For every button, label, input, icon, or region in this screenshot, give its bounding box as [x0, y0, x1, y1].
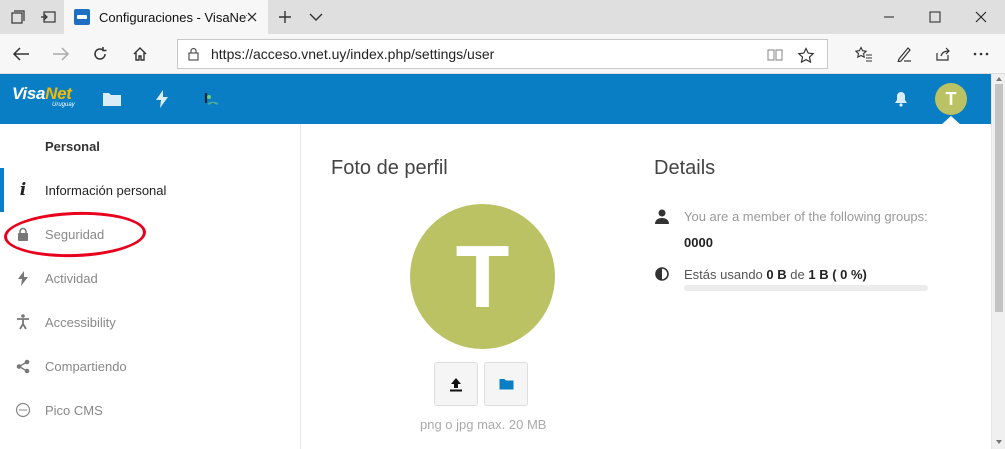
- sidebar-item-label: Información personal: [45, 182, 167, 198]
- storage-quota-bar: [684, 285, 928, 291]
- bolt-icon: [14, 269, 32, 287]
- usage-total: 1 B: [808, 267, 829, 282]
- upload-photo-button[interactable]: [434, 362, 478, 406]
- refresh-button[interactable]: [83, 38, 117, 70]
- minimize-button[interactable]: [866, 0, 912, 34]
- photo-format-hint: png o jpg max. 20 MB: [420, 417, 547, 432]
- logo-net-text: Net: [45, 84, 72, 103]
- sidebar-item-sharing[interactable]: Compartiendo: [0, 344, 300, 388]
- pico-icon: [14, 401, 32, 419]
- favorites-list-icon: [855, 46, 872, 62]
- upload-icon: [450, 377, 462, 391]
- usage-mid: de: [790, 267, 805, 282]
- close-window-button[interactable]: [958, 0, 1004, 34]
- browser-tab-active[interactable]: Configuraciones - VisaNet: [64, 0, 268, 34]
- groups-value: 0000: [684, 235, 713, 250]
- page-scrollbar[interactable]: [991, 74, 1005, 449]
- chevron-down-icon: [309, 13, 323, 21]
- nav-section-title: Personal: [45, 139, 100, 154]
- app-header: VisaNet Uruguay T: [0, 74, 991, 124]
- tabs-icon: [11, 10, 25, 24]
- scroll-thumb[interactable]: [995, 84, 1003, 312]
- groups-label: You are a member of the following groups…: [684, 209, 928, 224]
- pie-chart-icon: [654, 266, 670, 282]
- usage-percent: ( 0 %): [832, 267, 867, 282]
- activity-app-button[interactable]: [150, 87, 174, 111]
- details-title: Details: [654, 157, 716, 179]
- web-note-button[interactable]: [889, 40, 919, 68]
- sidebar-item-label: Pico CMS: [45, 402, 103, 418]
- pico-app-button[interactable]: [199, 87, 223, 111]
- sidebar-item-label: Compartiendo: [45, 358, 127, 374]
- sidebar-item-personal-info[interactable]: i Información personal: [0, 168, 300, 212]
- tab-title: Configuraciones - VisaNet: [99, 9, 247, 25]
- new-tab-button[interactable]: [271, 0, 299, 34]
- usage-prefix: Estás usando: [684, 267, 763, 282]
- pen-icon: [897, 47, 911, 62]
- favorite-star-icon[interactable]: [797, 47, 815, 63]
- scroll-down-icon[interactable]: [995, 438, 1003, 446]
- settings-content: Foto de perfil T png o jpg max. 20 MB De…: [302, 124, 991, 449]
- url-text: https://acceso.vnet.uy/index.php/setting…: [211, 46, 495, 62]
- tabs-aside-button[interactable]: [34, 0, 62, 34]
- close-icon: [975, 11, 987, 23]
- arrow-right-icon: [53, 47, 70, 61]
- close-tab-icon[interactable]: [244, 9, 260, 25]
- minimize-icon: [884, 16, 894, 18]
- usage-used: 0 B: [766, 267, 787, 282]
- user-avatar[interactable]: T: [935, 83, 967, 115]
- share-button[interactable]: [928, 40, 958, 68]
- logo-subtitle: Uruguay: [52, 102, 75, 108]
- sidebar-item-activity[interactable]: Actividad: [0, 256, 300, 300]
- maximize-button[interactable]: [912, 0, 958, 34]
- plus-icon: [279, 11, 291, 23]
- settings-sidebar: Personal i Información personal Segurida…: [0, 124, 301, 449]
- arrow-left-icon: [12, 47, 29, 61]
- logo-visa-text: Visa: [12, 84, 46, 103]
- active-indicator: [0, 168, 4, 212]
- lock-icon: [188, 47, 199, 61]
- folder-icon: [499, 379, 513, 390]
- set-tabs-aside-icon: [41, 11, 56, 23]
- bell-icon: [895, 92, 907, 107]
- choose-from-files-button[interactable]: [484, 362, 528, 406]
- storage-usage-text: Estás usando 0 B de 1 B ( 0 %): [684, 267, 867, 282]
- scroll-up-icon[interactable]: [995, 75, 1003, 83]
- sidebar-item-label: Accessibility: [45, 314, 116, 330]
- sidebar-item-label: Actividad: [45, 270, 98, 286]
- more-dots-icon: [973, 52, 989, 56]
- profile-avatar: T: [410, 204, 555, 349]
- home-button[interactable]: [123, 38, 157, 70]
- reading-view-icon[interactable]: [766, 47, 784, 63]
- tab-actions-button[interactable]: [4, 0, 32, 34]
- user-icon: [654, 208, 670, 224]
- browser-tab-bar: Configuraciones - VisaNet: [0, 0, 1005, 34]
- tab-preview-button[interactable]: [302, 0, 330, 34]
- sidebar-item-pico-cms[interactable]: Pico CMS: [0, 388, 300, 432]
- refresh-icon: [94, 47, 107, 60]
- sidebar-item-accessibility[interactable]: Accessibility: [0, 300, 300, 344]
- pico-logo-icon: [204, 93, 219, 105]
- forward-button[interactable]: [44, 38, 78, 70]
- browser-toolbar: https://acceso.vnet.uy/index.php/setting…: [0, 34, 1005, 74]
- more-button[interactable]: [966, 40, 996, 68]
- share-arrow-icon: [936, 47, 950, 61]
- favorites-hub-button[interactable]: [849, 40, 879, 68]
- share-icon: [14, 357, 32, 375]
- bolt-icon: [156, 90, 168, 108]
- folder-icon: [103, 93, 121, 106]
- notifications-button[interactable]: [889, 87, 913, 111]
- maximize-icon: [929, 11, 941, 23]
- back-button[interactable]: [4, 38, 38, 70]
- accessibility-icon: [14, 313, 32, 331]
- site-favicon-icon: [74, 9, 90, 25]
- profile-photo-title: Foto de perfil: [331, 157, 448, 179]
- info-icon: i: [19, 180, 27, 200]
- address-bar[interactable]: https://acceso.vnet.uy/index.php/setting…: [177, 39, 828, 69]
- home-icon: [133, 47, 147, 61]
- visanet-logo[interactable]: VisaNet: [12, 84, 72, 104]
- files-app-button[interactable]: [100, 87, 124, 111]
